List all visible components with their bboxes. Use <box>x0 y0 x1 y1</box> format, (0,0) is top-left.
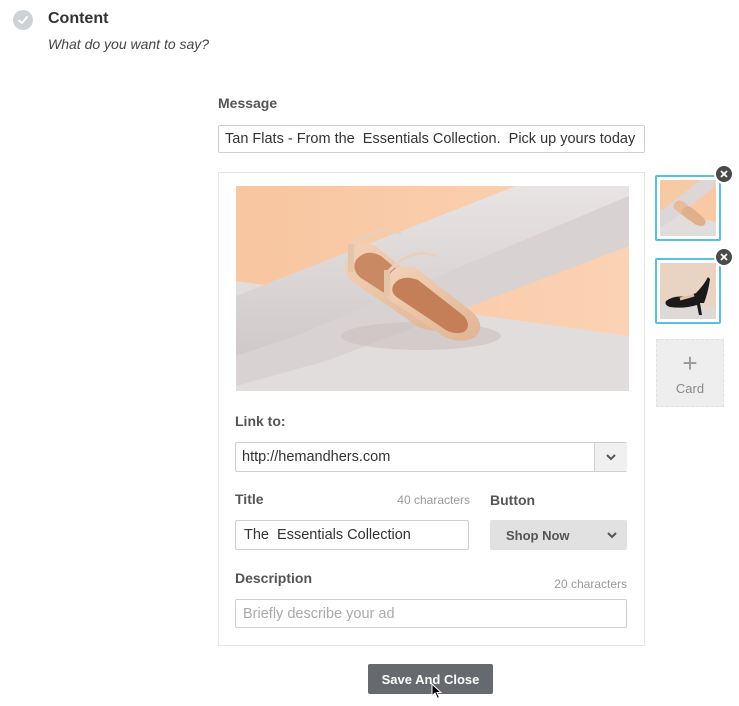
title-label: Title <box>235 491 264 507</box>
card-thumbnail-2[interactable] <box>655 258 721 324</box>
link-dropdown-button[interactable] <box>594 443 627 471</box>
button-label: Button <box>490 492 536 508</box>
message-input[interactable] <box>218 125 645 153</box>
thumbnail-image-tan-flats <box>660 180 716 236</box>
remove-card-1-icon[interactable] <box>714 164 734 184</box>
message-label: Message <box>218 95 278 111</box>
description-input[interactable] <box>235 599 627 628</box>
add-card-label: Card <box>675 380 705 396</box>
step-complete-icon <box>13 10 33 30</box>
thumbnail-image-black-heels <box>660 263 716 319</box>
link-label: Link to: <box>235 413 286 429</box>
description-label: Description <box>235 570 313 586</box>
chevron-down-icon <box>607 531 617 538</box>
title-char-count: 40 characters <box>397 493 470 507</box>
link-value: http://hemandhers.com <box>242 449 391 465</box>
description-char-count: 20 characters <box>554 577 627 591</box>
section-title: Content <box>48 10 109 27</box>
card-image <box>236 186 629 391</box>
cta-button-value: Shop Now <box>506 527 570 543</box>
remove-card-2-icon[interactable] <box>714 247 734 267</box>
shoe-photo <box>236 186 629 391</box>
section-subtitle: What do you want to say? <box>48 36 210 52</box>
mouse-cursor-icon <box>431 682 443 705</box>
add-card-button[interactable]: + Card <box>656 339 724 407</box>
plus-icon: + <box>682 347 698 378</box>
chevron-down-icon <box>606 453 616 460</box>
cta-button-select[interactable]: Shop Now <box>490 520 627 550</box>
title-input[interactable] <box>235 520 469 550</box>
card-thumbnail-1[interactable] <box>655 175 721 241</box>
